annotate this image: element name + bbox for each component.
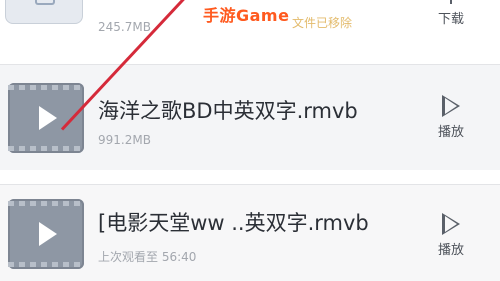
file-title: [电影天堂ww ..英双字.rmvb bbox=[98, 211, 369, 235]
play-button[interactable]: 播放 bbox=[420, 95, 482, 140]
list-item-3[interactable]: [电影天堂ww ..英双字.rmvb 上次观看至 56:40 播放 bbox=[0, 185, 500, 281]
watermark-text: 手游Game bbox=[203, 6, 290, 25]
status-text: 文件已移除 bbox=[292, 16, 353, 30]
file-size: 245.7MB bbox=[98, 20, 151, 34]
download-button[interactable]: 下载 bbox=[420, 0, 482, 27]
action-label: 下载 bbox=[437, 12, 464, 27]
file-title: 海洋之歌BD中英双字.rmvb bbox=[98, 99, 358, 123]
watch-progress: 上次观看至 56:40 bbox=[98, 250, 197, 264]
play-button[interactable]: 播放 bbox=[420, 213, 482, 258]
play-outline-icon bbox=[442, 95, 460, 117]
video-thumbnail[interactable] bbox=[8, 199, 84, 269]
action-label: 播放 bbox=[437, 243, 464, 258]
play-icon bbox=[39, 222, 57, 246]
app-thumbnail-icon bbox=[5, 0, 83, 24]
play-outline-icon bbox=[442, 213, 460, 235]
file-size: 991.2MB bbox=[98, 133, 151, 147]
play-icon bbox=[39, 106, 57, 130]
download-icon bbox=[420, 0, 482, 4]
action-label: 播放 bbox=[437, 125, 464, 140]
